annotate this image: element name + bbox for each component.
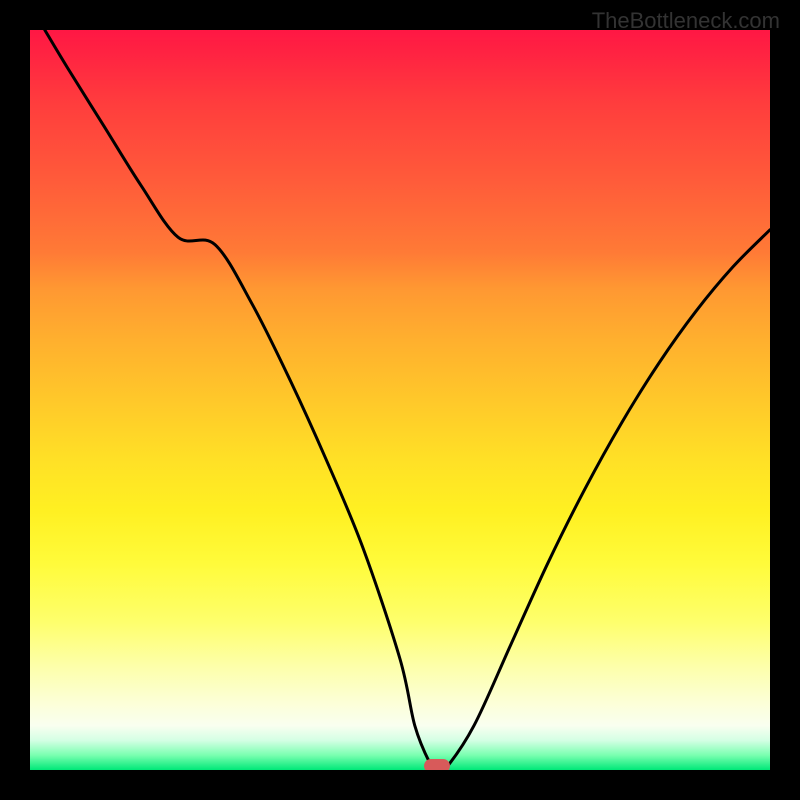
chart-plot-area <box>30 30 770 770</box>
attribution-text: TheBottleneck.com <box>592 8 780 34</box>
bottleneck-curve <box>30 30 770 770</box>
optimal-point-marker <box>424 759 450 770</box>
